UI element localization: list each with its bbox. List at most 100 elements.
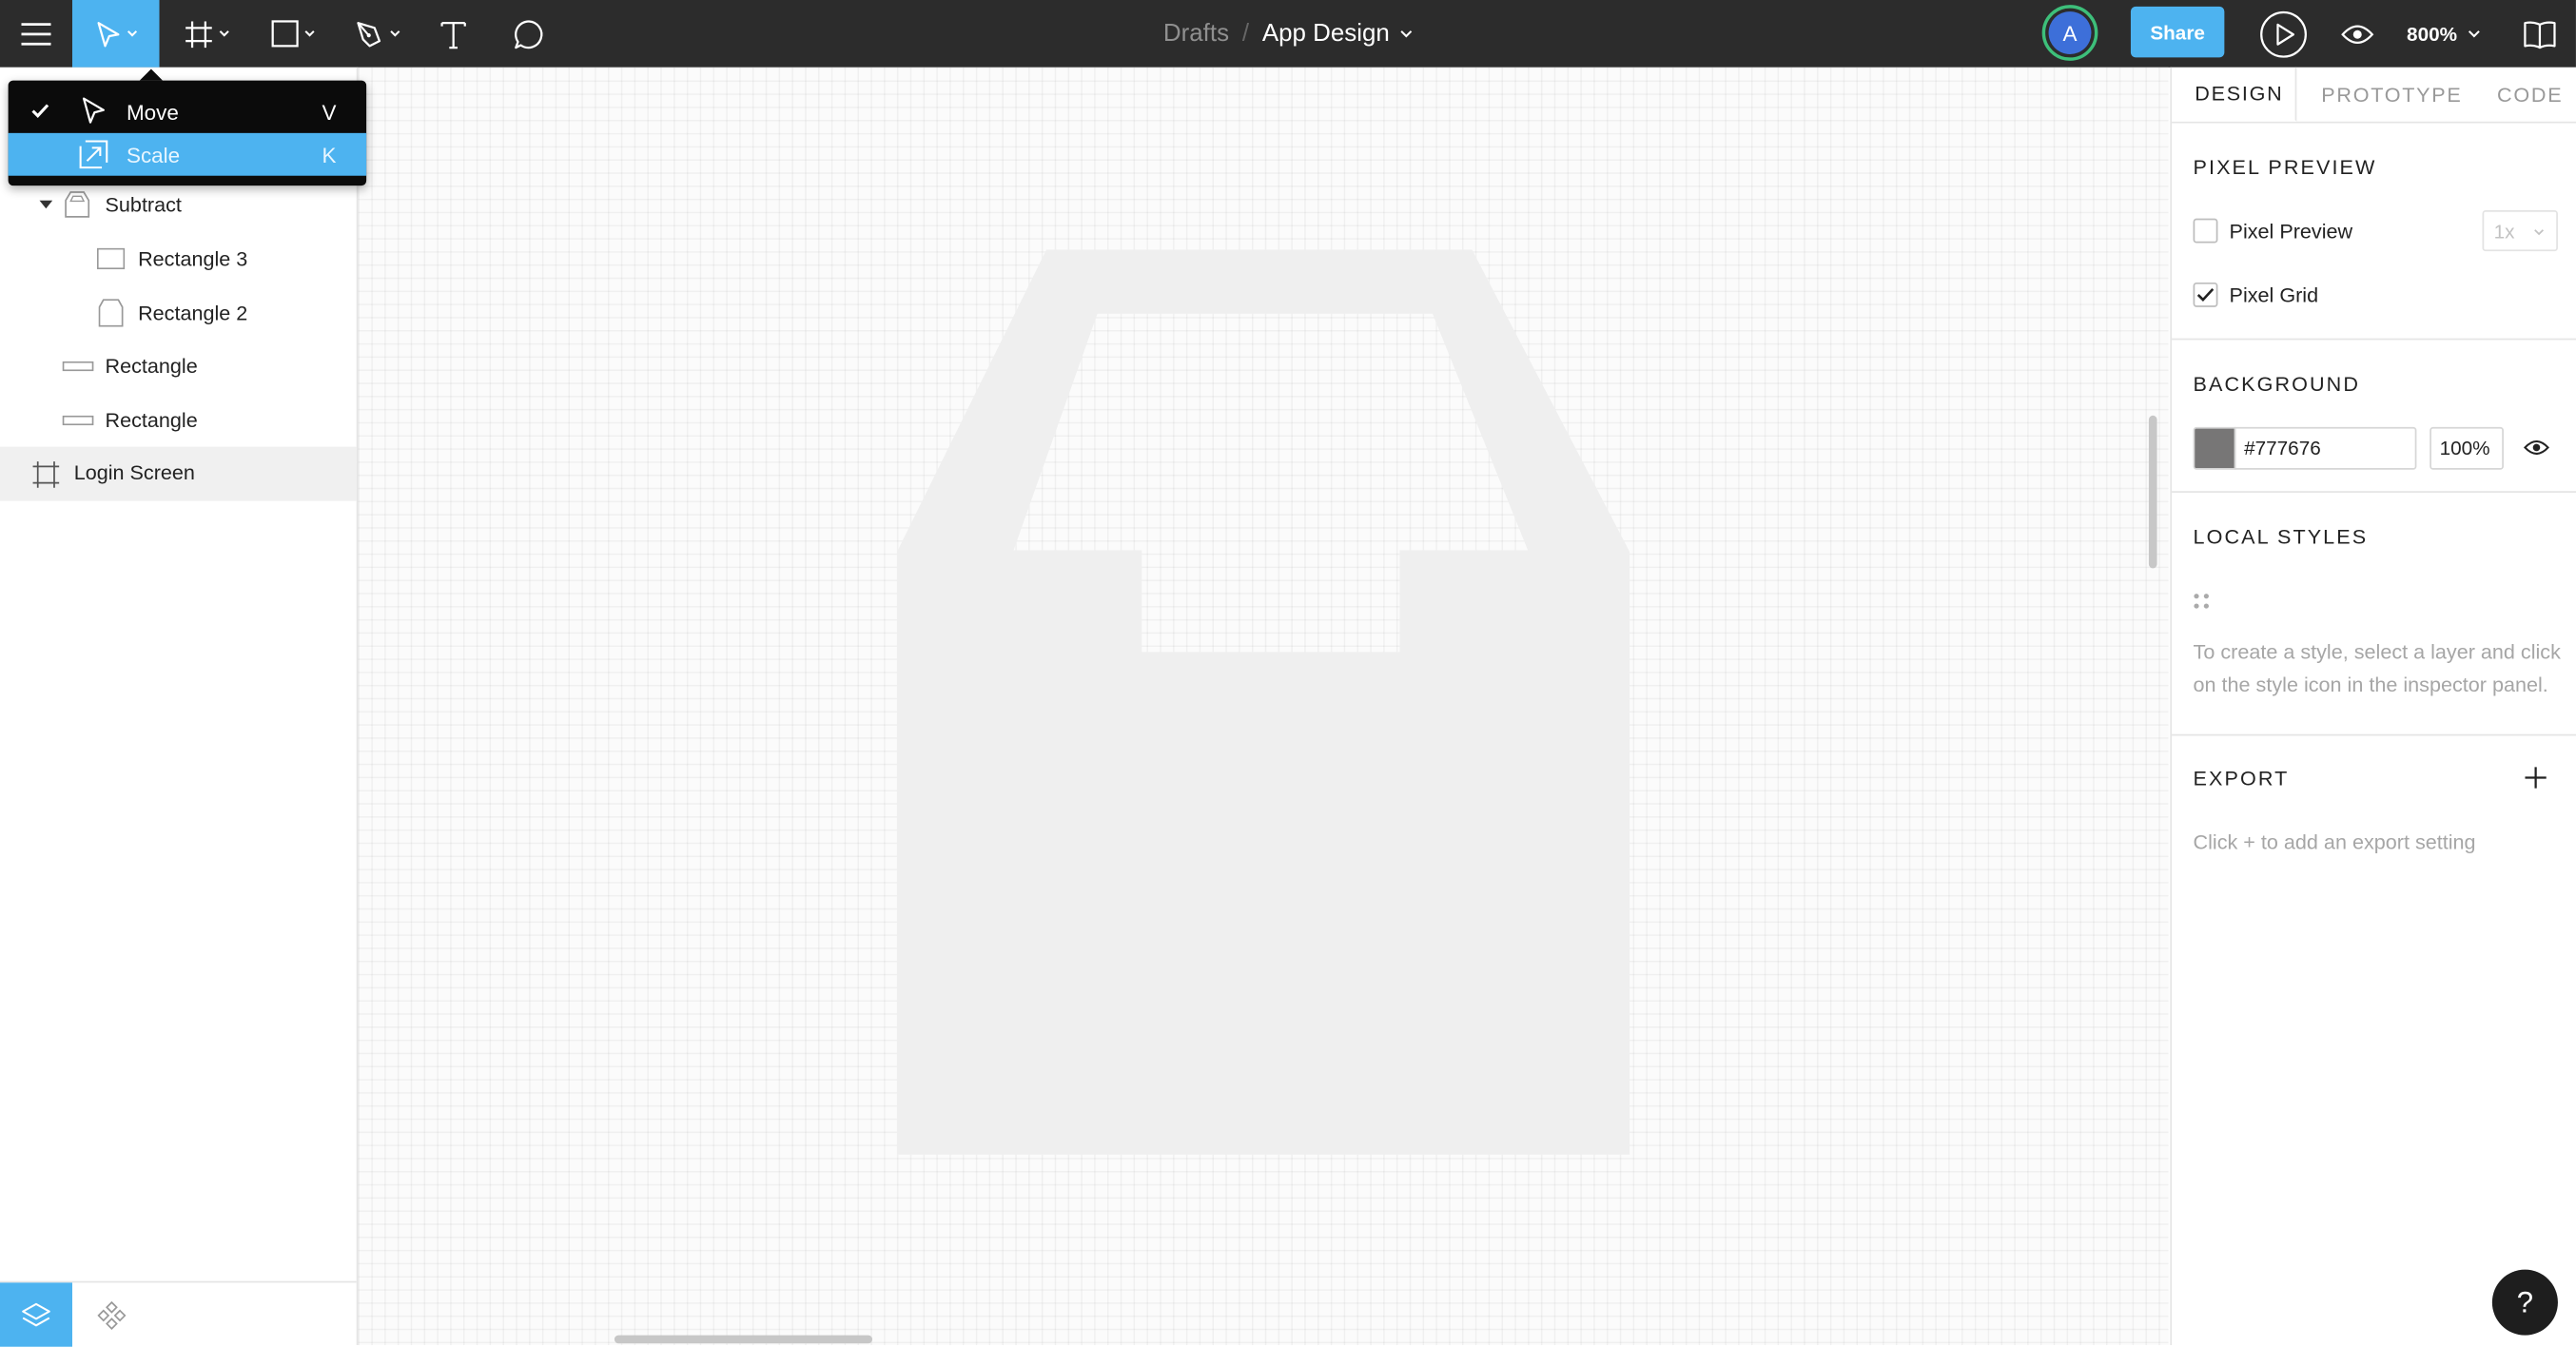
pixel-preview-label: Pixel Preview — [2229, 220, 2353, 244]
layer-rectangle-2[interactable]: Rectangle 2 — [0, 287, 357, 340]
present-button[interactable] — [2255, 0, 2312, 68]
scale-tool-icon — [79, 140, 108, 169]
frame-icon — [32, 461, 60, 488]
breadcrumb-separator: / — [1241, 19, 1250, 49]
components-icon — [97, 1300, 127, 1330]
toolbar: Drafts / App Design A Share 800% — [0, 0, 2576, 68]
layer-login-screen[interactable]: Login Screen — [0, 446, 357, 501]
pixel-preview-title: PIXEL PREVIEW — [2193, 156, 2377, 180]
library-icon — [2524, 20, 2556, 49]
menu-item-shortcut: V — [322, 99, 337, 125]
layer-name: Login Screen — [73, 461, 195, 485]
chevron-down-icon — [2468, 30, 2480, 38]
pixel-grid-label: Pixel Grid — [2229, 283, 2319, 307]
text-tool-button[interactable] — [420, 0, 486, 68]
rectangle-icon — [96, 247, 126, 270]
tab-prototype[interactable]: PROTOTYPE — [2321, 68, 2462, 122]
menu-item-shortcut: K — [322, 142, 337, 167]
zoom-dropdown[interactable]: 800% — [2407, 0, 2480, 68]
chevron-down-icon — [219, 30, 229, 37]
chevron-down-icon — [2534, 229, 2545, 236]
inspector-panel: DESIGN PROTOTYPE CODE PIXEL PREVIEW Pixe… — [2170, 67, 2576, 1346]
checkmark-icon — [2196, 287, 2215, 302]
file-name[interactable]: App Design — [1262, 20, 1390, 48]
menu-arrow — [139, 68, 163, 81]
export-hint: Click + to add an export setting — [2193, 830, 2476, 854]
pixel-preview-scale: 1x — [2493, 219, 2515, 243]
divider — [2172, 733, 2576, 736]
local-styles-hint: To create a style, select a layer and cl… — [2193, 640, 2561, 697]
vertical-scrollbar[interactable] — [2148, 415, 2157, 569]
pixel-preview-checkbox[interactable] — [2193, 218, 2218, 244]
canvas[interactable] — [358, 67, 2169, 1346]
tab-code[interactable]: CODE — [2497, 68, 2563, 122]
chevron-down-icon[interactable] — [1399, 29, 1413, 38]
export-title: EXPORT — [2193, 767, 2290, 791]
menu-button[interactable] — [0, 0, 72, 68]
comment-tool-icon — [515, 19, 543, 49]
comment-tool-button[interactable] — [493, 0, 565, 68]
color-swatch[interactable] — [2193, 426, 2236, 470]
menu-icon — [21, 22, 51, 45]
chevron-down-icon — [303, 30, 314, 37]
move-tool-icon — [82, 97, 105, 124]
avatar-initial: A — [2048, 11, 2092, 54]
library-button[interactable] — [2513, 0, 2566, 68]
divider — [2172, 338, 2576, 341]
move-tool-button[interactable] — [71, 0, 160, 68]
avatar[interactable]: A — [2041, 5, 2098, 61]
pixel-grid-checkbox[interactable] — [2193, 282, 2218, 307]
horizontal-scrollbar[interactable] — [614, 1335, 873, 1344]
layer-subtract[interactable]: Subtract — [0, 179, 357, 231]
layers-icon — [22, 1301, 50, 1326]
layer-rectangle[interactable]: Rectangle — [0, 394, 357, 446]
subtract-icon — [65, 191, 90, 218]
rectangle-icon — [62, 361, 94, 372]
expand-arrow-icon[interactable] — [39, 200, 53, 210]
layers-panel: Subtract Rectangle 3 Rectangle 2 Rectang… — [0, 67, 359, 1347]
text-tool-icon — [440, 21, 466, 49]
present-icon — [2260, 10, 2307, 57]
background-title: BACKGROUND — [2193, 372, 2360, 397]
pen-tool-icon — [357, 21, 381, 47]
layer-rectangle-3[interactable]: Rectangle 3 — [0, 233, 357, 285]
opacity-input[interactable]: 100% — [2430, 426, 2504, 470]
layers-tab[interactable] — [0, 1282, 72, 1347]
menu-item-label: Move — [126, 99, 179, 125]
menu-item-scale[interactable]: Scale K — [8, 132, 367, 176]
divider — [2172, 491, 2576, 493]
components-tab[interactable] — [75, 1282, 147, 1346]
tab-design[interactable]: DESIGN — [2172, 67, 2297, 122]
frame-tool-button[interactable] — [171, 0, 244, 68]
subtract-shape[interactable] — [896, 249, 1630, 1156]
menu-item-move[interactable]: Move V — [9, 90, 366, 133]
layer-name: Subtract — [105, 193, 182, 217]
help-button[interactable]: ? — [2491, 1269, 2558, 1336]
layer-name: Rectangle — [105, 408, 198, 433]
eye-icon[interactable] — [2523, 439, 2550, 457]
view-icon — [2341, 24, 2374, 44]
frame-tool-icon — [185, 20, 212, 48]
plus-icon[interactable] — [2525, 767, 2547, 789]
menu-item-label: Scale — [126, 142, 181, 167]
inspector-tabs: DESIGN PROTOTYPE CODE — [2172, 67, 2576, 124]
pixel-preview-scale-select[interactable]: 1x — [2482, 209, 2558, 252]
rectangle-icon — [62, 415, 94, 426]
move-tool-icon — [96, 21, 119, 47]
hex-input[interactable]: #777676 — [2234, 426, 2417, 470]
view-button[interactable] — [2332, 0, 2382, 68]
left-panel-footer — [0, 1280, 357, 1347]
share-button[interactable]: Share — [2130, 6, 2225, 58]
tool-dropdown-menu: Move V Scale K — [8, 68, 367, 186]
breadcrumb-drafts[interactable]: Drafts — [1163, 20, 1229, 48]
layer-rectangle[interactable]: Rectangle — [0, 340, 357, 392]
rectangle-icon — [98, 299, 124, 327]
local-styles-title: LOCAL STYLES — [2193, 525, 2369, 549]
background-color-field[interactable]: #777676 — [2193, 426, 2417, 470]
pen-tool-button[interactable] — [342, 0, 414, 68]
layer-name: Rectangle 3 — [138, 247, 248, 271]
layer-name: Rectangle — [105, 354, 198, 379]
rectangle-tool-icon — [270, 20, 298, 48]
style-icon[interactable] — [2194, 593, 2210, 609]
rectangle-tool-button[interactable] — [256, 0, 328, 68]
